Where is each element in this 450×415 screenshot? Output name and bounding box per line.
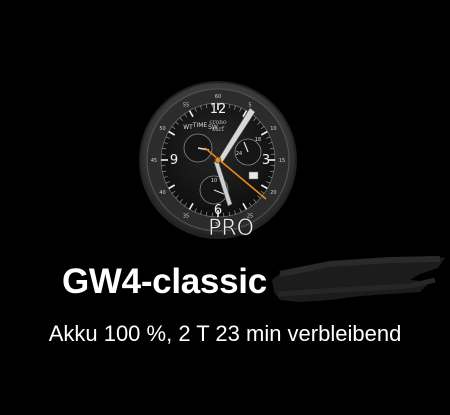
pro-badge: PRO xyxy=(208,216,254,241)
bezel-number: 50 xyxy=(159,126,165,132)
subdial-label-wt: WT xyxy=(183,124,193,131)
bezel-number: 40 xyxy=(159,190,165,196)
redaction-scribble xyxy=(272,256,445,302)
battery-status: Akku 100 %, 2 T 23 min verbleibend xyxy=(48,321,402,346)
subdial-number-18: 18 xyxy=(255,137,261,143)
numeral-9: 9 xyxy=(170,153,178,168)
hand-pivot xyxy=(214,156,222,164)
numeral-12: 12 xyxy=(210,102,227,117)
subdial-label-time: TIME xyxy=(192,122,208,129)
watch-face-preview[interactable]: 60510152025303540455055 12 3 6 9 crono s… xyxy=(0,0,450,260)
bezel-number: 35 xyxy=(183,213,189,219)
subdial-number-24: 24 xyxy=(236,151,242,157)
bezel-number: 55 xyxy=(183,103,189,109)
device-name: GW4-classic xyxy=(62,262,267,301)
date-window xyxy=(248,171,259,180)
numeral-3: 3 xyxy=(262,153,270,168)
bezel-number: 15 xyxy=(279,158,285,164)
bezel-number: 20 xyxy=(270,190,276,196)
subdial-label-sw: SW xyxy=(208,124,218,131)
bezel-number: 45 xyxy=(151,158,157,164)
bezel-number: 60 xyxy=(215,94,221,100)
bezel-number: 10 xyxy=(270,126,276,132)
subdial-number-10: 10 xyxy=(211,178,217,184)
